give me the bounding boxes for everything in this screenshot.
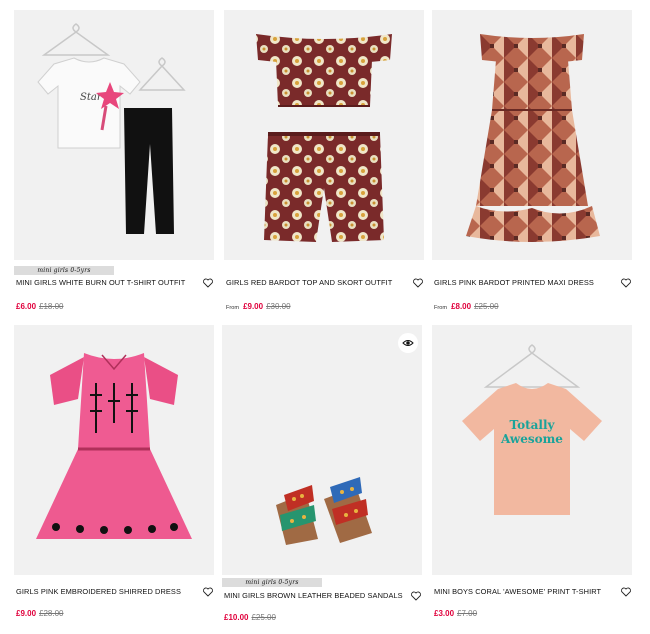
- product-title[interactable]: GIRLS PINK EMBROIDERED SHIRRED DRESS: [16, 587, 188, 596]
- sale-price: £8.00: [451, 302, 472, 311]
- original-price: £25.00: [251, 613, 276, 622]
- red-floral-top-skort-image: [256, 34, 392, 242]
- tshirt-print-line-1: Totally: [510, 418, 556, 432]
- sale-price: £3.00: [434, 609, 455, 618]
- product-image[interactable]: [224, 10, 424, 260]
- original-price: £28.00: [39, 609, 64, 618]
- product-title[interactable]: MINI BOYS CORAL 'AWESOME' PRINT T-SHIRT: [434, 587, 606, 596]
- coral-awesome-tshirt-image: Totally Awesome: [462, 344, 602, 515]
- product-title[interactable]: MINI GIRLS WHITE BURN OUT T-SHIRT OUTFIT: [16, 278, 188, 287]
- price-row: £10.00 £25.00: [224, 613, 276, 622]
- tshirt-leggings-outfit-image: Star: [37, 23, 186, 234]
- original-price: £18.00: [39, 302, 64, 311]
- wishlist-heart-icon[interactable]: [620, 586, 632, 598]
- from-label: From: [434, 305, 448, 311]
- price-row: £3.00 £7.00: [434, 609, 477, 618]
- product-image[interactable]: [432, 10, 632, 260]
- sale-price: £10.00: [224, 613, 249, 622]
- product-title[interactable]: MINI GIRLS BROWN LEATHER BEADED SANDALS: [224, 591, 403, 600]
- pink-printed-maxi-dress-image: [466, 34, 600, 242]
- original-price: £30.00: [266, 302, 291, 311]
- product-title[interactable]: GIRLS RED BARDOT TOP AND SKORT OUTFIT: [226, 278, 398, 287]
- price-row: £9.00 £28.00: [16, 609, 64, 618]
- quick-view-eye-icon[interactable]: [398, 333, 418, 353]
- from-label: From: [226, 305, 240, 311]
- sale-price: £6.00: [16, 302, 37, 311]
- beaded-sandals-image: [276, 477, 372, 545]
- age-tag: mini girls 0-5yrs: [222, 578, 322, 587]
- sale-price: £9.00: [16, 609, 37, 618]
- wishlist-heart-icon[interactable]: [202, 586, 214, 598]
- sale-price: £9.00: [243, 302, 264, 311]
- age-tag: mini girls 0-5yrs: [14, 266, 114, 275]
- wishlist-heart-icon[interactable]: [202, 277, 214, 289]
- wishlist-heart-icon[interactable]: [620, 277, 632, 289]
- product-image[interactable]: [14, 325, 214, 575]
- original-price: £25.00: [474, 302, 499, 311]
- wishlist-heart-icon[interactable]: [410, 590, 422, 602]
- product-image[interactable]: Totally Awesome: [432, 325, 632, 575]
- price-row: From £9.00 £30.00: [226, 302, 291, 311]
- price-row: From £8.00 £25.00: [434, 302, 499, 311]
- pink-embroidered-dress-image: [36, 353, 192, 539]
- tshirt-print-line-2: Awesome: [500, 432, 563, 446]
- price-row: £6.00 £18.00: [16, 302, 64, 311]
- product-image[interactable]: [222, 325, 422, 575]
- product-image[interactable]: Star: [14, 10, 214, 260]
- original-price: £7.00: [457, 609, 478, 618]
- wishlist-heart-icon[interactable]: [412, 277, 424, 289]
- product-title[interactable]: GIRLS PINK BARDOT PRINTED MAXI DRESS: [434, 278, 606, 287]
